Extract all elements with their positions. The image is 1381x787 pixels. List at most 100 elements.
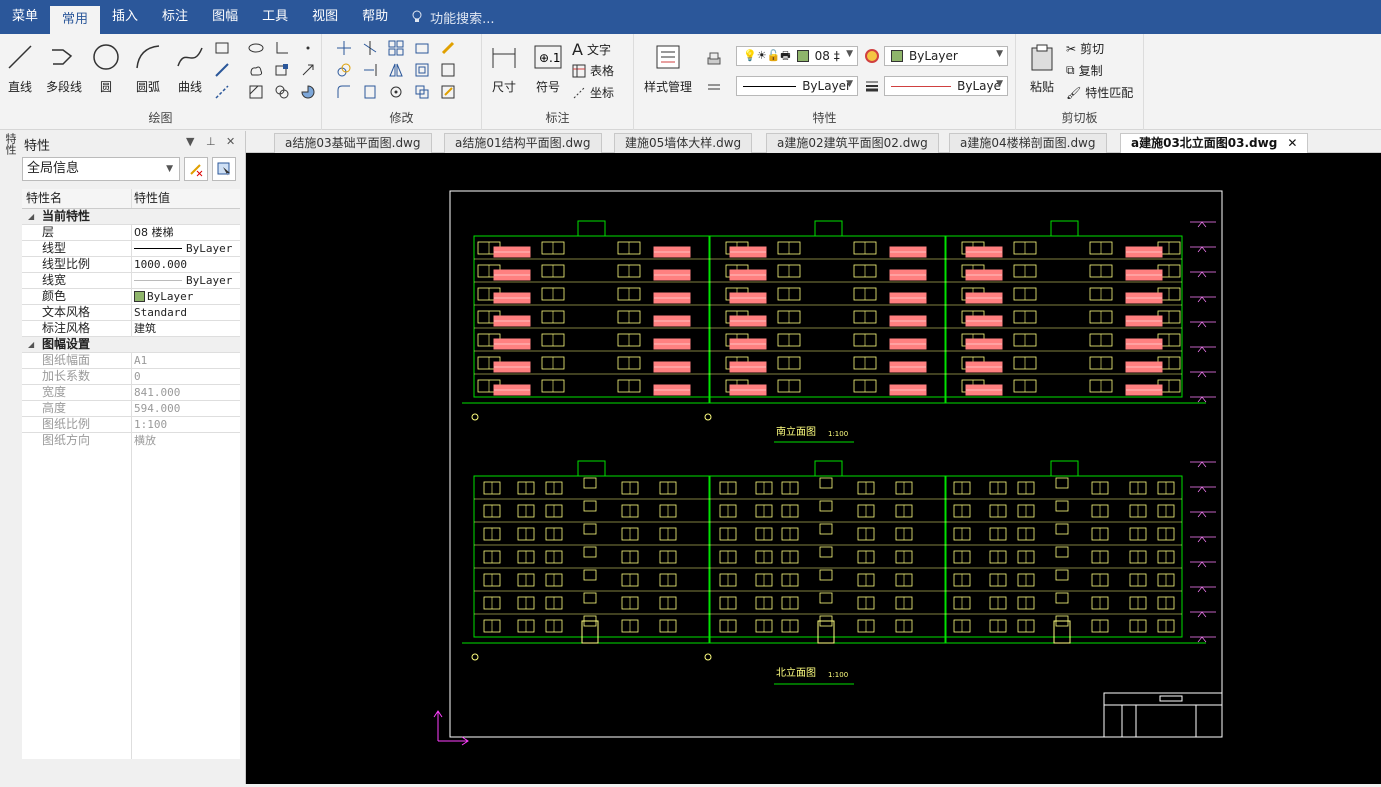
offset-icon[interactable] [414, 62, 430, 78]
stair-window [583, 523, 597, 535]
tab-document[interactable]: a建施02建筑平面图02.dwg [766, 133, 939, 153]
line-button[interactable]: 直线 [0, 40, 40, 95]
property-row[interactable]: 线型比例 1000.000 [22, 257, 240, 273]
property-row[interactable]: 线型 ByLayer [22, 241, 240, 257]
tab-document[interactable]: a建施04楼梯剖面图.dwg [949, 133, 1107, 153]
property-row[interactable]: 标注风格 建筑 [22, 321, 240, 337]
layer-color-swatch [796, 50, 809, 62]
trim-icon[interactable] [362, 40, 378, 56]
search-placeholder: 功能搜索... [430, 11, 495, 27]
polyline-button[interactable]: 多段线 [42, 40, 86, 95]
function-search[interactable]: 功能搜索... [410, 8, 495, 27]
rotate-icon[interactable] [388, 84, 404, 100]
angle-icon[interactable] [274, 40, 290, 56]
tab-document-active[interactable]: a建施03北立面图03.dwg ✕ [1120, 133, 1309, 153]
dimension-button[interactable]: 尺寸 [484, 40, 524, 95]
coordinate-icon [573, 87, 585, 98]
hatch-icon[interactable] [248, 84, 264, 100]
style-manager-button[interactable]: 样式管理 [640, 40, 696, 95]
arc-button[interactable]: 圆弧 [128, 40, 168, 95]
curve-button[interactable]: 曲线 [170, 40, 210, 95]
array-icon[interactable] [388, 40, 404, 56]
property-row[interactable]: 线宽 ByLayer [22, 273, 240, 289]
axis-marker [471, 413, 479, 421]
section-sheet[interactable]: ◢ 图幅设置 [22, 337, 240, 353]
cut-label: 剪切 [1080, 42, 1105, 56]
block-icon[interactable] [274, 62, 290, 78]
menu-annotate[interactable]: 标注 [150, 0, 200, 34]
copy-label: 复制 [1078, 64, 1103, 78]
mirror-icon[interactable] [388, 62, 404, 78]
linetype-menu-icon[interactable] [706, 80, 722, 96]
menu-sheet[interactable]: 图幅 [200, 0, 250, 34]
level-symbol [1197, 561, 1207, 568]
edit-icon[interactable] [440, 84, 456, 100]
explode-icon[interactable] [414, 84, 430, 100]
stretch-icon[interactable] [414, 40, 430, 56]
property-row[interactable]: 颜色 ByLayer [22, 289, 240, 305]
layer-manager-icon[interactable] [706, 50, 722, 66]
copy-button[interactable]: ⧉ 复制 [1066, 62, 1103, 79]
match-properties-button[interactable]: 🖌 特性匹配 [1066, 84, 1133, 101]
south-elevation [462, 220, 1216, 421]
properties-side-tab[interactable]: 特性 [2, 133, 18, 193]
rectangle-icon[interactable] [214, 40, 230, 56]
close-icon[interactable]: ✕ [226, 135, 235, 148]
linetype-combo[interactable]: ByLayer ▼ [736, 76, 858, 96]
tab-document[interactable]: 建施05墙体大样.dwg [614, 133, 753, 153]
copy-object-icon[interactable] [336, 62, 352, 78]
north-elevation [462, 460, 1216, 661]
pie-icon[interactable] [300, 84, 316, 100]
symbol-button[interactable]: ⊕.1 符号 [528, 40, 568, 95]
axis-marker [471, 653, 479, 661]
menu-common[interactable]: 常用 [50, 6, 101, 34]
property-row[interactable]: 文本风格 Standard [22, 305, 240, 321]
fillet-icon[interactable] [336, 84, 352, 100]
drawing-canvas[interactable]: 南立面图 1:100 北立面图 1:100 [246, 153, 1381, 784]
extend-icon[interactable] [362, 62, 378, 78]
construction-line-icon[interactable] [214, 84, 230, 100]
circle-button[interactable]: 圆 [86, 40, 126, 95]
menu-view[interactable]: 视图 [300, 0, 350, 34]
point-icon[interactable] [300, 40, 316, 56]
menu-help[interactable]: 帮助 [350, 0, 400, 34]
ellipse-icon[interactable] [248, 40, 264, 56]
stair-window [583, 477, 597, 489]
panel-menu-icon[interactable]: ▼ [186, 135, 194, 148]
menu-tools[interactable]: 工具 [250, 0, 300, 34]
region-icon[interactable] [274, 84, 290, 100]
color-wheel-icon[interactable] [864, 48, 880, 64]
tab-document[interactable]: a结施03基础平面图.dwg [274, 133, 432, 153]
select-objects-button[interactable] [212, 157, 236, 181]
quick-select-button[interactable] [184, 157, 208, 181]
property-row[interactable]: 层 08 楼梯 [22, 225, 240, 241]
selection-combo[interactable]: 全局信息 ▼ [22, 157, 180, 181]
coordinate-button[interactable]: 坐标 [572, 84, 614, 101]
lineweight-combo[interactable]: ByLaye ▼ [884, 76, 1008, 96]
menu-insert[interactable]: 插入 [100, 0, 150, 34]
cut-button[interactable]: ✂ 剪切 [1066, 40, 1104, 57]
table-button[interactable]: 表格 [572, 62, 614, 79]
move-icon[interactable] [336, 40, 352, 56]
break-icon[interactable] [362, 84, 378, 100]
text-button[interactable]: A 文字 [572, 40, 611, 59]
layer-combo[interactable]: 💡☀🔓🖶 08 ‡ ▼ [736, 46, 858, 66]
scale-icon[interactable] [440, 62, 456, 78]
paste-button[interactable]: 粘贴 [1022, 40, 1062, 95]
cloud-icon[interactable] [248, 62, 264, 78]
lineweight-icon[interactable] [864, 78, 880, 94]
erase-icon[interactable] [440, 40, 456, 56]
color-combo[interactable]: ByLayer ▼ [884, 46, 1008, 66]
dimension-icon [492, 48, 516, 68]
coordinate-label: 坐标 [590, 86, 615, 100]
menu-main[interactable]: 菜单 [0, 0, 50, 34]
section-current[interactable]: ◢ 当前特性 [22, 209, 240, 225]
pin-icon[interactable]: ⊥ [206, 135, 216, 148]
color-swatch [891, 50, 903, 62]
stair-window [583, 592, 597, 604]
arrow-icon[interactable] [300, 62, 316, 78]
north-elevation-title: 北立面图 [776, 666, 816, 679]
pen-icon[interactable] [214, 62, 230, 78]
close-tab-icon[interactable]: ✕ [1287, 136, 1297, 150]
tab-document[interactable]: a结施01结构平面图.dwg [444, 133, 602, 153]
